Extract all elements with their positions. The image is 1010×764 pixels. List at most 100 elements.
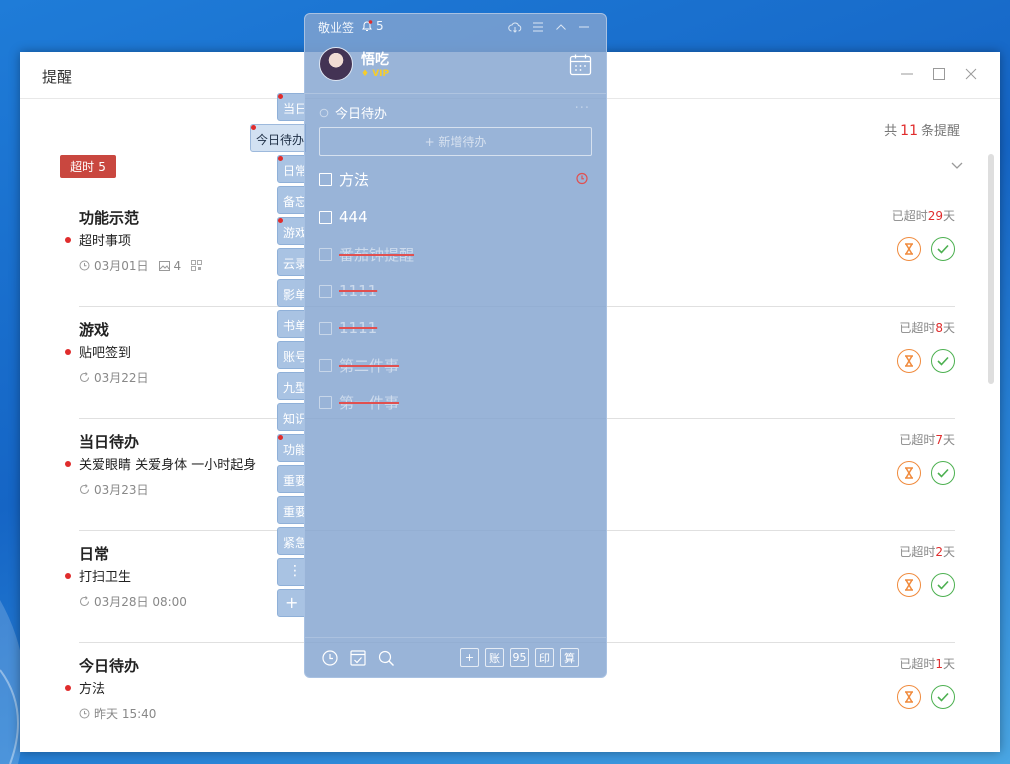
overdue-status: 已超时8天 bbox=[899, 321, 955, 335]
more-tabs-button[interactable]: ⋮ bbox=[277, 558, 305, 586]
todo-item[interactable]: 方法 bbox=[319, 169, 369, 189]
hourglass-icon bbox=[905, 243, 913, 255]
todo-item-done[interactable]: 1111 bbox=[319, 281, 377, 301]
category-tab[interactable]: 当日 bbox=[277, 93, 305, 121]
ninety-five-button[interactable]: 95 bbox=[510, 648, 529, 667]
task-title: 当日待办 bbox=[79, 433, 140, 451]
todo-item-done[interactable]: 第一件事 bbox=[319, 392, 399, 412]
clock-icon bbox=[79, 260, 90, 271]
snooze-button[interactable] bbox=[897, 685, 921, 709]
task-content: 关爱眼睛 关爱身体 一小时起身 bbox=[79, 458, 257, 473]
todo-item[interactable]: 444 bbox=[319, 207, 368, 227]
overdue-tag[interactable]: 超时 5 bbox=[60, 155, 116, 178]
bell-icon bbox=[362, 20, 373, 31]
todo-checkbox[interactable] bbox=[319, 321, 332, 335]
task-title: 功能示范 bbox=[79, 209, 140, 227]
todo-item-done[interactable]: 番茄钟提醒 bbox=[319, 244, 414, 264]
priority-dot bbox=[65, 573, 71, 579]
panel-divider bbox=[305, 93, 606, 94]
category-tab-active[interactable]: 今日待办 bbox=[250, 124, 306, 152]
repeat-icon bbox=[80, 484, 89, 494]
chevron-up-icon[interactable] bbox=[554, 20, 568, 34]
category-tab[interactable]: 云录 bbox=[277, 248, 305, 276]
category-tab[interactable]: 日常 bbox=[277, 155, 305, 183]
window-title: 提醒 bbox=[42, 68, 73, 86]
task-content: 超时事项 bbox=[79, 234, 132, 249]
todo-checkbox[interactable] bbox=[319, 284, 332, 298]
complete-button[interactable] bbox=[931, 237, 955, 261]
vip-badge: ♦ VIP bbox=[361, 69, 390, 79]
complete-button[interactable] bbox=[931, 685, 955, 709]
unread-dot bbox=[278, 218, 283, 223]
task-content: 打扫卫生 bbox=[79, 570, 132, 585]
scrollbar[interactable] bbox=[988, 154, 994, 384]
complete-button[interactable] bbox=[931, 461, 955, 485]
cloud-sync-icon[interactable] bbox=[508, 20, 522, 34]
category-tab[interactable]: 九型 bbox=[277, 372, 305, 400]
todo-item-done[interactable]: 1111 bbox=[319, 318, 377, 338]
section-more-button[interactable]: ··· bbox=[575, 101, 590, 116]
check-icon bbox=[937, 244, 949, 254]
minimize-icon[interactable] bbox=[577, 20, 591, 34]
add-category-button[interactable]: + bbox=[277, 589, 305, 617]
todo-item-done[interactable]: 第二件事 bbox=[319, 355, 399, 375]
check-icon bbox=[937, 580, 949, 590]
category-tab[interactable]: 书单 bbox=[277, 310, 305, 338]
task-date: 03月22日 bbox=[94, 371, 149, 385]
clock-icon bbox=[79, 708, 90, 719]
snooze-button[interactable] bbox=[897, 573, 921, 597]
unread-dot bbox=[278, 156, 283, 161]
category-tab[interactable]: 重要 bbox=[277, 465, 305, 493]
chevron-down-icon[interactable] bbox=[950, 158, 964, 172]
print-button[interactable]: 印 bbox=[535, 648, 554, 667]
todo-checkbox[interactable] bbox=[319, 210, 332, 224]
check-icon bbox=[937, 692, 949, 702]
priority-dot bbox=[65, 349, 71, 355]
todo-checkbox[interactable] bbox=[319, 395, 332, 409]
task-content: 贴吧签到 bbox=[79, 346, 132, 361]
check-icon bbox=[937, 468, 949, 478]
add-todo-button[interactable]: + 新增待办 bbox=[319, 127, 592, 156]
checklist-icon[interactable] bbox=[349, 649, 367, 667]
overdue-status: 已超时7天 bbox=[899, 433, 955, 447]
task-date: 03月28日 08:00 bbox=[94, 595, 187, 609]
category-tab[interactable]: 备忘 bbox=[277, 186, 305, 214]
todo-checkbox[interactable] bbox=[319, 172, 332, 186]
calendar-icon[interactable] bbox=[569, 53, 592, 76]
hourglass-icon bbox=[905, 691, 913, 703]
user-name: 悟吃 bbox=[361, 52, 389, 68]
maximize-icon[interactable] bbox=[931, 66, 947, 82]
hourglass-icon bbox=[905, 355, 913, 367]
complete-button[interactable] bbox=[931, 573, 955, 597]
snooze-button[interactable] bbox=[897, 349, 921, 373]
snooze-button[interactable] bbox=[897, 237, 921, 261]
avatar[interactable] bbox=[319, 47, 353, 81]
close-icon[interactable] bbox=[963, 66, 979, 82]
qrcode-icon[interactable] bbox=[191, 260, 203, 271]
category-tab[interactable]: 紧急 bbox=[277, 527, 305, 555]
snooze-button[interactable] bbox=[897, 461, 921, 485]
category-tab[interactable]: 账号 bbox=[277, 341, 305, 369]
calculator-button[interactable]: 算 bbox=[560, 648, 579, 667]
clock-icon[interactable] bbox=[321, 649, 339, 667]
menu-icon[interactable] bbox=[531, 20, 545, 34]
complete-button[interactable] bbox=[931, 349, 955, 373]
minimize-icon[interactable] bbox=[899, 66, 915, 82]
todo-checkbox[interactable] bbox=[319, 358, 332, 372]
hourglass-icon bbox=[905, 579, 913, 591]
task-date: 昨天 15:40 bbox=[94, 707, 157, 721]
add-button[interactable]: + bbox=[460, 648, 479, 667]
notification-button[interactable]: 5 bbox=[361, 19, 384, 33]
bottom-divider bbox=[305, 637, 606, 638]
alarm-icon[interactable] bbox=[575, 171, 589, 185]
task-meta: 03月22日 bbox=[79, 369, 149, 386]
search-icon[interactable] bbox=[377, 649, 395, 667]
category-tab[interactable]: 重要 bbox=[277, 496, 305, 524]
category-tab[interactable]: 游戏 bbox=[277, 217, 305, 245]
category-tab[interactable]: 知识 bbox=[277, 403, 305, 431]
category-tab[interactable]: 影单 bbox=[277, 279, 305, 307]
todo-checkbox[interactable] bbox=[319, 247, 332, 261]
section-header: 今日待办 bbox=[319, 103, 387, 122]
account-button[interactable]: 账 bbox=[485, 648, 504, 667]
category-tab[interactable]: 功能 bbox=[277, 434, 305, 462]
